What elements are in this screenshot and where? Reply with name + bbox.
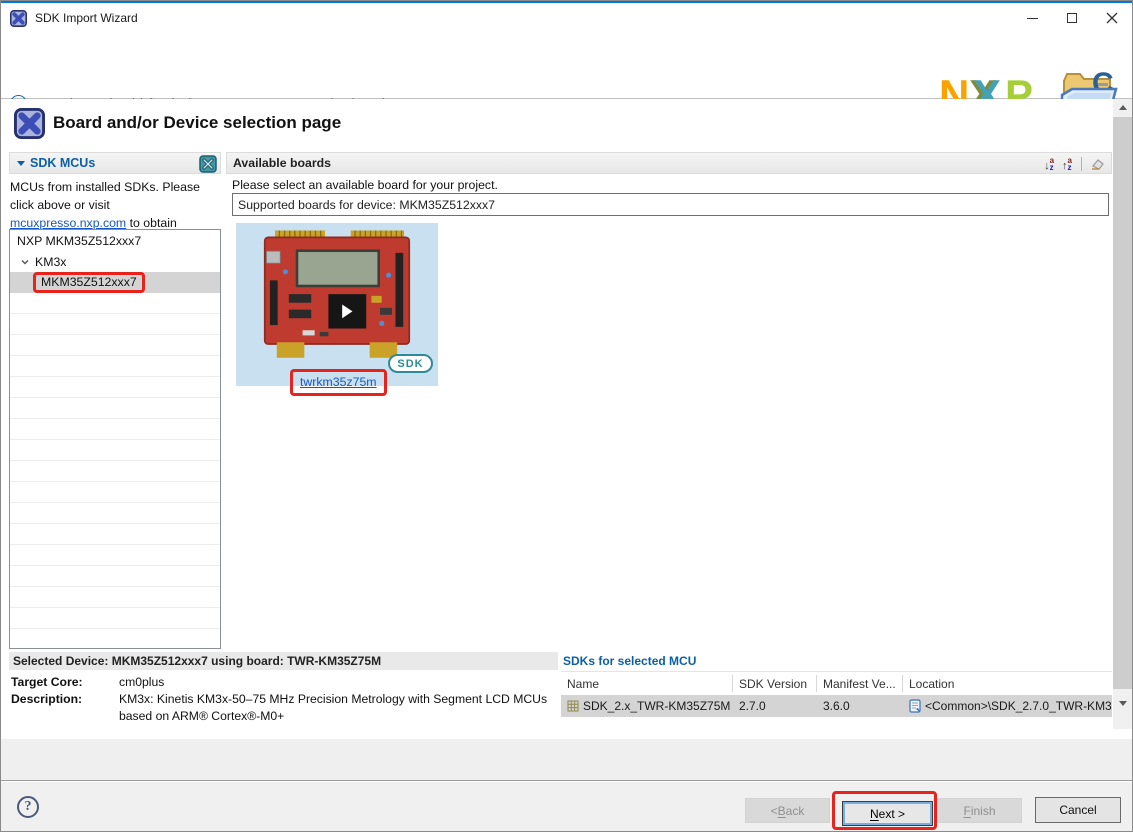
page-header-x-icon bbox=[14, 108, 45, 139]
column-header-location[interactable]: Location bbox=[903, 675, 1112, 692]
info-bar: i Importing project(s) for device: MKM35… bbox=[1, 33, 1132, 99]
lower-gray-strip bbox=[1, 739, 1132, 780]
tree-item-selected-mcu[interactable]: MKM35Z512xxx7 bbox=[10, 272, 220, 293]
sdk-mcus-label: SDK MCUs bbox=[30, 156, 95, 170]
selected-device-bar: Selected Device: MKM35Z512xxx7 using boa… bbox=[9, 652, 558, 670]
sdk-table-row[interactable]: SDK_2.x_TWR-KM35Z75M 2.7.0 3.6.0 <Common… bbox=[561, 695, 1112, 717]
target-core-label: Target Core: bbox=[11, 674, 119, 691]
board-name-link[interactable]: twrkm35z75m bbox=[300, 375, 377, 389]
tree-empty-rows bbox=[10, 293, 220, 647]
minimize-icon bbox=[1027, 18, 1038, 19]
wizard-content: Board and/or Device selection page SDK M… bbox=[1, 99, 1113, 739]
board-photo bbox=[251, 229, 423, 361]
expander-chevron-icon[interactable] bbox=[21, 258, 29, 266]
sdk-table-header: Name SDK Version Manifest Ve... Location bbox=[561, 672, 1112, 695]
clear-filter-eraser-icon[interactable] bbox=[1089, 157, 1105, 171]
sdk-mcus-section-header[interactable]: SDK MCUs bbox=[9, 152, 221, 174]
sdk-import-wizard-window: SDK Import Wizard i Importing project(s)… bbox=[0, 0, 1133, 832]
board-tile-twrkm35z75m[interactable]: SDK bbox=[236, 223, 438, 386]
selected-device-summary: Selected Device: MKM35Z512xxx7 using boa… bbox=[9, 654, 381, 668]
annotation-box-mcu: MKM35Z512xxx7 bbox=[33, 272, 145, 293]
available-boards-label: Available boards bbox=[227, 156, 331, 170]
tree-root-label: NXP MKM35Z512xxx7 bbox=[17, 234, 141, 248]
board-filter-input[interactable] bbox=[233, 194, 1108, 215]
minimize-button[interactable] bbox=[1012, 3, 1052, 33]
scroll-down-icon bbox=[1119, 701, 1127, 706]
column-header-name[interactable]: Name bbox=[561, 675, 733, 692]
description-value: KM3x: Kinetis KM3x-50–75 MHz Precision M… bbox=[119, 691, 559, 725]
available-boards-header: Available boards ↓ az ↑ az bbox=[226, 152, 1112, 174]
target-core-value: cm0plus bbox=[119, 674, 559, 691]
finish-button: Finish bbox=[937, 798, 1022, 823]
annotation-box-board-link: twrkm35z75m bbox=[290, 369, 387, 396]
collapse-triangle-icon bbox=[17, 161, 25, 166]
sort-descending-button[interactable]: ↓ az bbox=[1042, 156, 1056, 172]
maximize-button[interactable] bbox=[1052, 3, 1092, 33]
mcuxpresso-link[interactable]: mcuxpresso.nxp.com bbox=[10, 216, 126, 230]
close-button[interactable] bbox=[1092, 3, 1132, 33]
scroll-up-icon bbox=[1119, 105, 1127, 110]
app-icon bbox=[10, 10, 27, 27]
close-icon bbox=[1106, 12, 1118, 24]
annotation-box-next: Next > bbox=[832, 791, 937, 830]
tree-item-km3x[interactable]: KM3x bbox=[10, 251, 220, 272]
back-button: < Back bbox=[745, 798, 830, 823]
sdk-mcus-x-icon[interactable] bbox=[199, 155, 217, 173]
column-header-manifest-version[interactable]: Manifest Ve... bbox=[817, 675, 903, 692]
window-title: SDK Import Wizard bbox=[35, 11, 138, 25]
mcu-tree: NXP MKM35Z512xxx7 KM3x MKM35Z512xxx7 bbox=[9, 229, 221, 649]
sdk-version: 2.7.0 bbox=[739, 699, 766, 713]
sdk-table: Name SDK Version Manifest Ve... Location… bbox=[561, 671, 1112, 717]
tree-group-label: KM3x bbox=[35, 255, 66, 269]
scroll-up-button[interactable] bbox=[1113, 99, 1132, 116]
tree-item-root[interactable]: NXP MKM35Z512xxx7 bbox=[10, 230, 220, 251]
sdk-badge: SDK bbox=[388, 354, 433, 373]
cancel-button[interactable]: Cancel bbox=[1035, 797, 1121, 823]
help-button[interactable]: ? bbox=[17, 796, 39, 818]
sdk-name: SDK_2.x_TWR-KM35Z75M bbox=[583, 699, 730, 713]
sort-ascending-button[interactable]: ↑ az bbox=[1060, 156, 1074, 172]
toolbar-separator bbox=[1081, 157, 1082, 171]
tree-selected-label: MKM35Z512xxx7 bbox=[41, 275, 137, 289]
next-button[interactable]: Next > bbox=[842, 801, 933, 826]
footer-bar: ? < Back Next > Finish Cancel bbox=[1, 780, 1132, 832]
vertical-scrollbar[interactable] bbox=[1113, 99, 1132, 729]
sdk-grid-icon bbox=[567, 700, 579, 712]
page-title: Board and/or Device selection page bbox=[53, 113, 341, 133]
boards-toolbar: ↓ az ↑ az bbox=[1042, 154, 1105, 174]
sdk-location: <Common>\SDK_2.7.0_TWR-KM3 bbox=[925, 699, 1112, 713]
boards-instruction: Please select an available board for you… bbox=[232, 178, 498, 192]
sdks-for-mcu-title: SDKs for selected MCU bbox=[563, 654, 696, 668]
scroll-down-button[interactable] bbox=[1113, 695, 1132, 712]
maximize-icon bbox=[1067, 13, 1077, 23]
device-details: Target Core: cm0plus Description: KM3x: … bbox=[11, 674, 559, 725]
column-header-sdk-version[interactable]: SDK Version bbox=[733, 675, 817, 692]
description-label: Description: bbox=[11, 691, 119, 725]
manifest-version: 3.6.0 bbox=[823, 699, 850, 713]
board-filter-field[interactable] bbox=[232, 193, 1109, 216]
desc-before: MCUs from installed SDKs. Please click a… bbox=[10, 180, 200, 212]
location-file-icon bbox=[909, 699, 921, 713]
titlebar: SDK Import Wizard bbox=[1, 3, 1132, 33]
scrollbar-thumb[interactable] bbox=[1113, 117, 1132, 689]
